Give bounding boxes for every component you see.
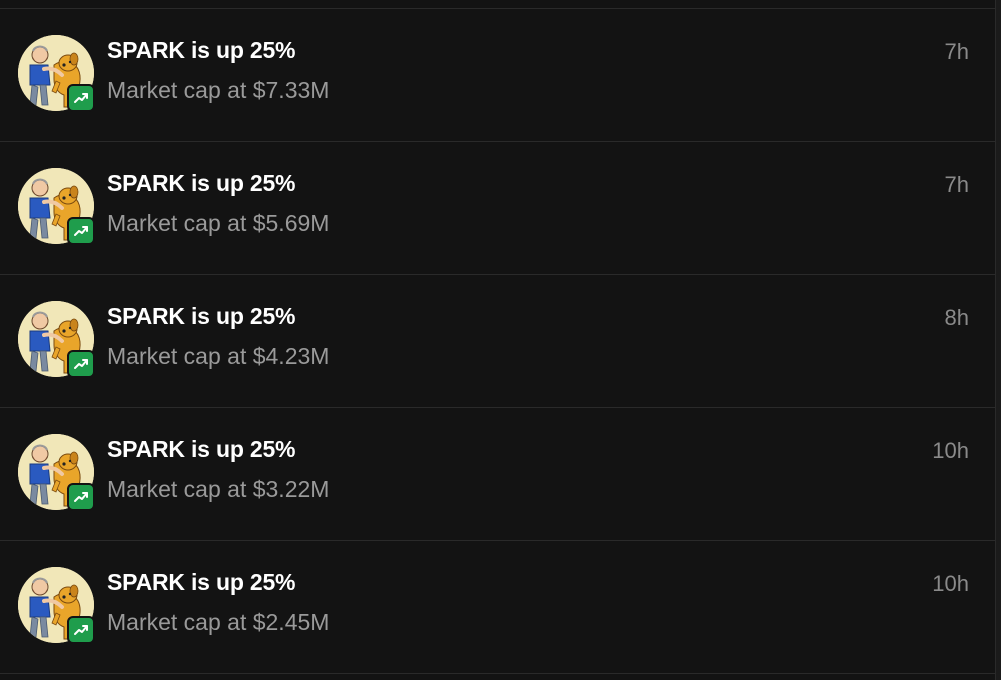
notification-time: 8h bbox=[944, 305, 969, 330]
trending-up-icon bbox=[67, 616, 95, 644]
notification-feed: SPARK is up 25% Market cap at $7.33M 7h … bbox=[0, 8, 995, 674]
notification-subtitle: Market cap at $3.22M bbox=[107, 476, 330, 502]
notifications-page: SPARK is up 25% Market cap at $7.33M 7h … bbox=[0, 0, 1001, 680]
scrollbar-track[interactable] bbox=[995, 0, 1001, 680]
notification-title: SPARK is up 25% bbox=[107, 436, 296, 462]
trending-up-icon bbox=[67, 217, 95, 245]
notification-subtitle: Market cap at $7.33M bbox=[107, 77, 330, 103]
notification-time: 10h bbox=[932, 438, 969, 463]
notification-subtitle: Market cap at $4.23M bbox=[107, 343, 330, 369]
notification-time: 7h bbox=[944, 172, 969, 197]
notification-item[interactable]: SPARK is up 25% Market cap at $3.22M 10h bbox=[0, 408, 995, 541]
notification-subtitle: Market cap at $2.45M bbox=[107, 609, 330, 635]
notification-time: 7h bbox=[944, 39, 969, 64]
notification-title: SPARK is up 25% bbox=[107, 37, 296, 63]
notification-item[interactable]: SPARK is up 25% Market cap at $2.45M 10h bbox=[0, 541, 995, 674]
trending-up-icon bbox=[67, 483, 95, 511]
trending-up-icon bbox=[67, 84, 95, 112]
notification-title: SPARK is up 25% bbox=[107, 170, 296, 196]
notification-title: SPARK is up 25% bbox=[107, 569, 296, 595]
notification-item[interactable]: SPARK is up 25% Market cap at $5.69M 7h bbox=[0, 142, 995, 275]
notification-title: SPARK is up 25% bbox=[107, 303, 296, 329]
notification-item[interactable]: SPARK is up 25% Market cap at $7.33M 7h bbox=[0, 9, 995, 142]
notification-subtitle: Market cap at $5.69M bbox=[107, 210, 330, 236]
notification-item[interactable]: SPARK is up 25% Market cap at $4.23M 8h bbox=[0, 275, 995, 408]
notification-time: 10h bbox=[932, 571, 969, 596]
trending-up-icon bbox=[67, 350, 95, 378]
